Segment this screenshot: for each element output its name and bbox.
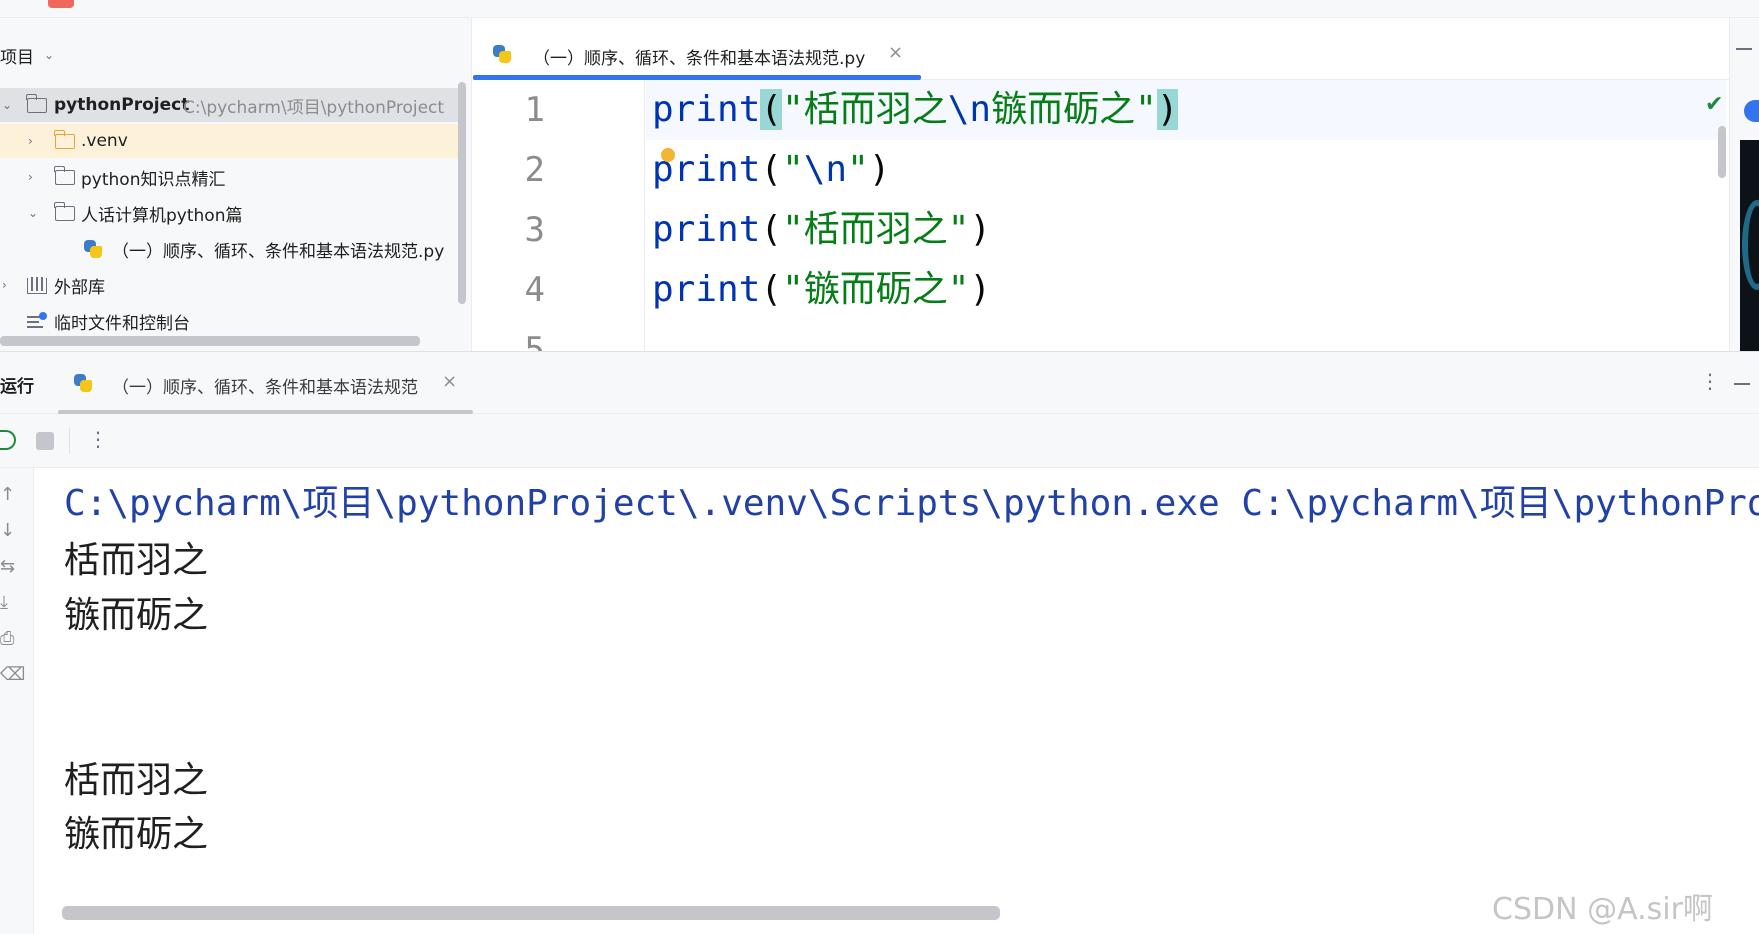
title-bar-strip (0, 0, 1759, 18)
folder-icon (26, 94, 47, 113)
chevron-right-icon[interactable]: › (28, 170, 33, 184)
scratches-icon (27, 312, 47, 330)
code-line-3[interactable]: print("栝而羽之") (652, 200, 991, 260)
tree-item-human-computer-python[interactable]: ⌄ 人话计算机python篇 (0, 196, 465, 230)
close-icon[interactable]: × (442, 371, 457, 392)
python-file-icon (491, 43, 513, 65)
editor-tab-active[interactable]: （一）顺序、循环、条件和基本语法规范.py × (473, 32, 921, 76)
inspection-ok-icon[interactable]: ✔ (1705, 92, 1723, 117)
more-options-icon[interactable]: ⋮ (1700, 369, 1720, 393)
chevron-down-icon[interactable]: ⌄ (28, 206, 38, 220)
line-number: 2 (524, 150, 545, 190)
toolbar-divider (69, 428, 70, 454)
run-tab-label: （一）顺序、循环、条件和基本语法规范 (112, 378, 418, 398)
close-icon[interactable]: × (888, 42, 903, 63)
code-editor-area[interactable]: print("栝而羽之\n镞而砺之") print("\n") print("栝… (646, 80, 1726, 351)
tree-item-label: 临时文件和控制台 (54, 313, 190, 334)
run-config-tab[interactable]: （一）顺序、循环、条件和基本语法规范 × (58, 352, 473, 415)
chevron-right-icon[interactable]: › (28, 134, 33, 148)
code-line-2[interactable]: print("\n") (652, 140, 890, 200)
console-output-line: 镞而砺之 (64, 814, 209, 855)
ai-assistant-icon[interactable] (1744, 100, 1759, 122)
clear-all-icon[interactable]: ⌫ (0, 664, 25, 685)
editor-tab-bar: （一）顺序、循环、条件和基本语法规范.py × (473, 18, 1729, 80)
chevron-down-icon: ⌄ (44, 48, 55, 62)
project-view-selector[interactable]: 项目 ⌄ (0, 40, 54, 70)
run-panel-title: 运行 (0, 377, 34, 397)
print-icon[interactable]: ⎙ (0, 628, 14, 649)
python-file-icon (72, 372, 94, 394)
tree-item-venv[interactable]: › .venv (0, 124, 465, 158)
editor-vertical-scrollbar[interactable] (1718, 126, 1726, 178)
pycharm-window: 项目 ⌄ ⌄ pythonProject C:\pycharm\项目\pytho… (0, 0, 1759, 934)
console-side-toolbar: ↑ ↓ ⇆ ⤓ ⎙ ⌫ (0, 468, 34, 934)
watermark: CSDN @A.sir啊 (1492, 892, 1713, 927)
editor-pane: （一）顺序、循环、条件和基本语法规范.py × 1 2 3 4 5 print(… (473, 18, 1759, 370)
project-horizontal-scrollbar[interactable] (0, 336, 420, 346)
soft-wrap-icon[interactable]: ⇆ (0, 556, 15, 577)
more-options-icon[interactable]: ⋮ (88, 427, 108, 451)
scroll-down-icon[interactable]: ↓ (0, 520, 15, 541)
code-line-4[interactable]: print("镞而砺之") (652, 260, 991, 320)
chevron-down-icon[interactable]: ⌄ (2, 98, 12, 112)
folder-icon (54, 130, 75, 149)
stop-icon[interactable] (36, 432, 54, 450)
project-vertical-scrollbar[interactable] (458, 82, 466, 304)
console-output-line: 镞而砺之 (64, 595, 209, 636)
console-output-line: 栝而羽之 (64, 540, 209, 581)
project-root-path: C:\pycharm\项目\pythonProject (183, 97, 445, 118)
minimize-icon[interactable] (1734, 383, 1750, 385)
minimize-icon[interactable] (1736, 48, 1752, 50)
scroll-to-end-icon[interactable]: ⤓ (0, 592, 8, 613)
background-image-preview (1740, 140, 1759, 351)
tree-item-scratches[interactable]: 临时文件和控制台 (0, 304, 465, 338)
tree-item-label: （一）顺序、循环、条件和基本语法规范.py (112, 241, 445, 262)
console-command-line: C:\pycharm\项目\pythonProject\.venv\Script… (64, 483, 1759, 524)
project-header-label: 项目 (0, 47, 34, 68)
tree-item-label: .venv (81, 131, 128, 151)
folder-icon (54, 202, 75, 221)
console-output[interactable]: C:\pycharm\项目\pythonProject\.venv\Script… (34, 468, 1759, 934)
rerun-icon[interactable] (0, 430, 16, 450)
run-toolbar: ⋮ (0, 414, 1759, 468)
tree-item-label: python知识点精汇 (81, 169, 226, 190)
tree-item-label: 外部库 (54, 277, 105, 298)
project-tool-window: 项目 ⌄ ⌄ pythonProject C:\pycharm\项目\pytho… (0, 18, 472, 351)
tree-item-python-project[interactable]: ⌄ pythonProject C:\pycharm\项目\pythonProj… (0, 88, 465, 122)
code-line-1[interactable]: print("栝而羽之\n镞而砺之") (652, 80, 1179, 140)
line-number-gutter: 1 2 3 4 5 (473, 80, 645, 370)
chevron-right-icon[interactable]: › (2, 278, 7, 292)
python-file-icon (82, 238, 104, 260)
run-tool-window-header: 运行 （一）顺序、循环、条件和基本语法规范 × ⋮ (0, 351, 1759, 414)
intention-bulb-icon[interactable] (661, 148, 675, 162)
console-horizontal-scrollbar[interactable] (62, 906, 1000, 920)
line-number: 1 (524, 90, 545, 130)
folder-icon (54, 166, 75, 185)
tree-item-python-file[interactable]: （一）顺序、循环、条件和基本语法规范.py (0, 232, 465, 266)
console-output-line: 栝而羽之 (64, 760, 209, 801)
line-number: 4 (524, 270, 545, 310)
project-root-label: pythonProject (54, 95, 190, 115)
scroll-up-icon[interactable]: ↑ (0, 484, 15, 505)
right-tool-strip (1729, 18, 1759, 351)
tree-item-label: 人话计算机python篇 (81, 205, 243, 226)
line-number: 3 (524, 210, 545, 250)
library-icon (27, 277, 47, 294)
tree-item-external-libraries[interactable]: › 外部库 (0, 268, 465, 302)
app-badge-icon (48, 0, 74, 8)
editor-tab-label: （一）顺序、循环、条件和基本语法规范.py (533, 49, 866, 69)
tree-item-python-knowledge[interactable]: › python知识点精汇 (0, 160, 465, 194)
